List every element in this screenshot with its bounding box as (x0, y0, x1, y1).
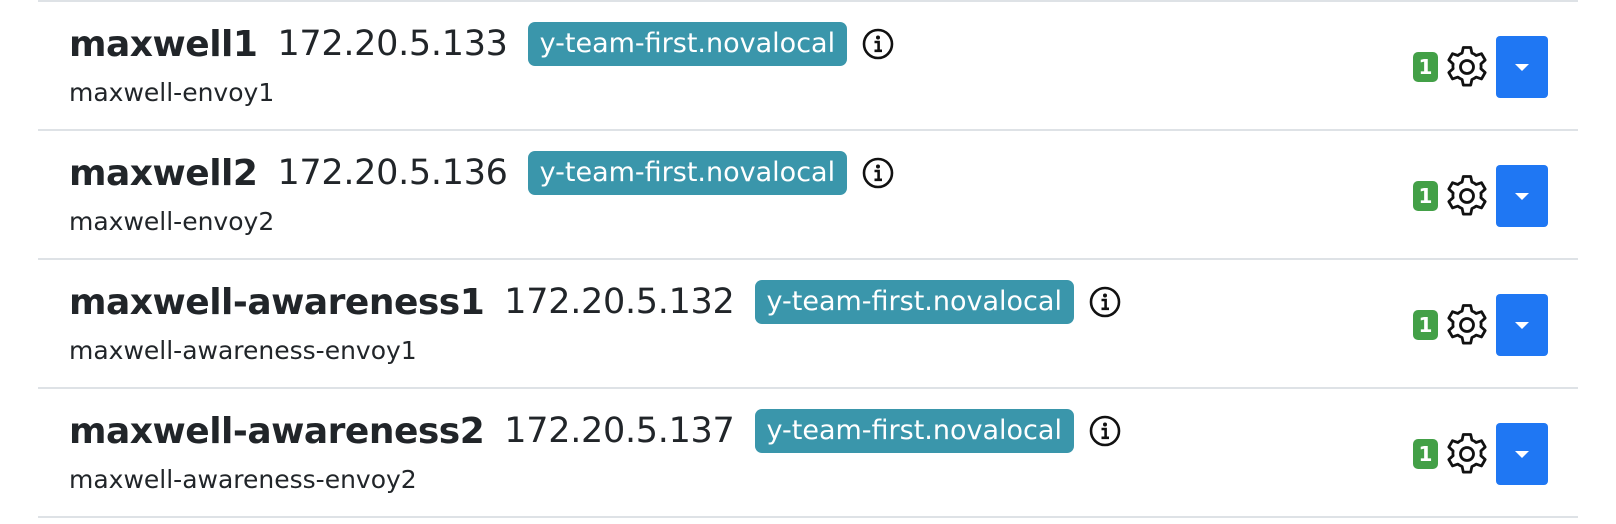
domain-badge: y-team-first.novalocal (527, 22, 848, 66)
row-controls: 1 (1413, 294, 1548, 356)
host-row: maxwell-awareness2 172.20.5.137 y-team-f… (38, 389, 1578, 518)
dropdown-button[interactable] (1496, 294, 1548, 356)
domain-badge: y-team-first.novalocal (527, 151, 848, 195)
info-icon[interactable] (1088, 285, 1122, 319)
caret-down-icon (1515, 63, 1529, 71)
domain-badge: y-team-first.novalocal (754, 409, 1074, 453)
host-name: maxwell-awareness2 (69, 410, 485, 452)
host-header: maxwell-awareness1 172.20.5.132 y-team-f… (69, 280, 1122, 324)
host-ip: 172.20.5.132 (504, 282, 735, 322)
row-controls: 1 (1413, 36, 1548, 98)
count-badge: 1 (1413, 310, 1438, 340)
caret-down-icon (1515, 192, 1529, 200)
host-row: maxwell-awareness1 172.20.5.132 y-team-f… (38, 260, 1578, 389)
instance-name: maxwell-awareness-envoy1 (69, 336, 417, 365)
row-controls: 1 (1413, 165, 1548, 227)
host-row: maxwell1 172.20.5.133 y-team-first.noval… (38, 2, 1578, 131)
domain-badge: y-team-first.novalocal (754, 280, 1074, 324)
host-header: maxwell2 172.20.5.136 y-team-first.noval… (69, 151, 895, 195)
gear-icon[interactable] (1442, 300, 1492, 350)
count-badge: 1 (1413, 181, 1438, 211)
gear-icon[interactable] (1442, 429, 1492, 479)
gear-icon[interactable] (1442, 42, 1492, 92)
instance-name: maxwell-envoy1 (69, 78, 275, 107)
count-badge: 1 (1413, 439, 1438, 469)
dropdown-button[interactable] (1496, 423, 1548, 485)
caret-down-icon (1515, 450, 1529, 458)
host-list: maxwell1 172.20.5.133 y-team-first.noval… (38, 0, 1578, 518)
info-icon[interactable] (1088, 414, 1122, 448)
dropdown-button[interactable] (1496, 36, 1548, 98)
info-icon[interactable] (861, 156, 895, 190)
instance-name: maxwell-awareness-envoy2 (69, 465, 417, 494)
host-name: maxwell-awareness1 (69, 281, 485, 323)
host-header: maxwell1 172.20.5.133 y-team-first.noval… (69, 22, 895, 66)
row-controls: 1 (1413, 423, 1548, 485)
gear-icon[interactable] (1442, 171, 1492, 221)
instance-name: maxwell-envoy2 (69, 207, 275, 236)
count-badge: 1 (1413, 52, 1438, 82)
dropdown-button[interactable] (1496, 165, 1548, 227)
caret-down-icon (1515, 321, 1529, 329)
host-name: maxwell1 (69, 23, 258, 65)
host-header: maxwell-awareness2 172.20.5.137 y-team-f… (69, 409, 1122, 453)
host-name: maxwell2 (69, 152, 258, 194)
info-icon[interactable] (861, 27, 895, 61)
host-ip: 172.20.5.133 (277, 24, 508, 64)
host-row: maxwell2 172.20.5.136 y-team-first.noval… (38, 131, 1578, 260)
host-ip: 172.20.5.137 (504, 411, 735, 451)
host-ip: 172.20.5.136 (277, 153, 508, 193)
